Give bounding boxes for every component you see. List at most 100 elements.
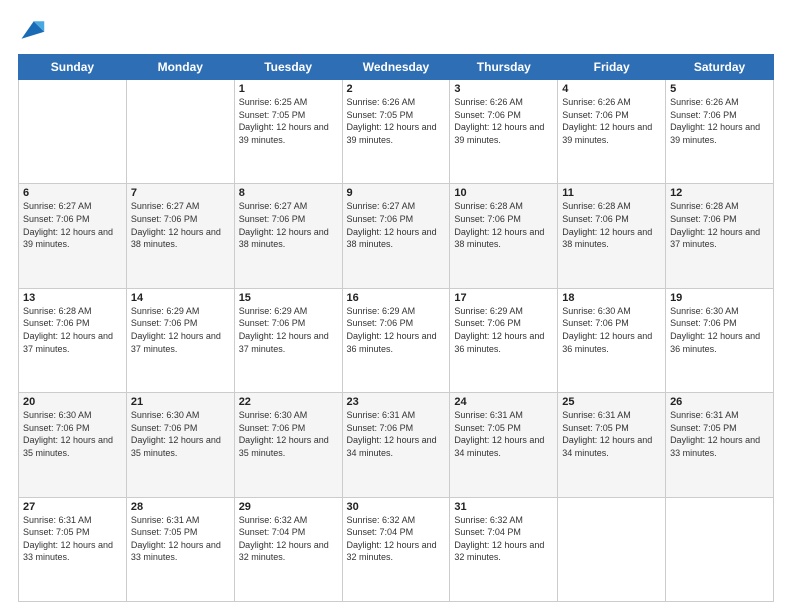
calendar-cell: 22Sunrise: 6:30 AM Sunset: 7:06 PM Dayli… [234,393,342,497]
day-info: Sunrise: 6:30 AM Sunset: 7:06 PM Dayligh… [23,409,122,459]
day-number: 3 [454,83,553,95]
day-number: 20 [23,396,122,408]
day-info: Sunrise: 6:26 AM Sunset: 7:06 PM Dayligh… [562,96,661,146]
logo [18,16,50,44]
calendar-cell: 28Sunrise: 6:31 AM Sunset: 7:05 PM Dayli… [126,497,234,601]
day-number: 14 [131,292,230,304]
calendar-cell: 30Sunrise: 6:32 AM Sunset: 7:04 PM Dayli… [342,497,450,601]
day-number: 24 [454,396,553,408]
weekday-header-sunday: Sunday [19,55,127,80]
weekday-header-thursday: Thursday [450,55,558,80]
calendar-cell [666,497,774,601]
calendar-cell: 19Sunrise: 6:30 AM Sunset: 7:06 PM Dayli… [666,288,774,392]
day-info: Sunrise: 6:31 AM Sunset: 7:05 PM Dayligh… [670,409,769,459]
day-number: 29 [239,501,338,513]
day-number: 6 [23,187,122,199]
calendar-cell: 12Sunrise: 6:28 AM Sunset: 7:06 PM Dayli… [666,184,774,288]
day-info: Sunrise: 6:29 AM Sunset: 7:06 PM Dayligh… [347,305,446,355]
calendar-cell: 20Sunrise: 6:30 AM Sunset: 7:06 PM Dayli… [19,393,127,497]
calendar-cell: 10Sunrise: 6:28 AM Sunset: 7:06 PM Dayli… [450,184,558,288]
day-info: Sunrise: 6:32 AM Sunset: 7:04 PM Dayligh… [239,514,338,564]
day-number: 12 [670,187,769,199]
day-info: Sunrise: 6:31 AM Sunset: 7:05 PM Dayligh… [23,514,122,564]
day-info: Sunrise: 6:30 AM Sunset: 7:06 PM Dayligh… [562,305,661,355]
day-info: Sunrise: 6:27 AM Sunset: 7:06 PM Dayligh… [347,200,446,250]
calendar-row-1: 1Sunrise: 6:25 AM Sunset: 7:05 PM Daylig… [19,80,774,184]
day-info: Sunrise: 6:25 AM Sunset: 7:05 PM Dayligh… [239,96,338,146]
calendar-cell: 24Sunrise: 6:31 AM Sunset: 7:05 PM Dayli… [450,393,558,497]
calendar-cell: 11Sunrise: 6:28 AM Sunset: 7:06 PM Dayli… [558,184,666,288]
calendar-row-5: 27Sunrise: 6:31 AM Sunset: 7:05 PM Dayli… [19,497,774,601]
calendar-cell: 14Sunrise: 6:29 AM Sunset: 7:06 PM Dayli… [126,288,234,392]
weekday-header-wednesday: Wednesday [342,55,450,80]
day-info: Sunrise: 6:32 AM Sunset: 7:04 PM Dayligh… [347,514,446,564]
calendar-cell: 6Sunrise: 6:27 AM Sunset: 7:06 PM Daylig… [19,184,127,288]
day-info: Sunrise: 6:30 AM Sunset: 7:06 PM Dayligh… [670,305,769,355]
day-number: 26 [670,396,769,408]
calendar-cell: 13Sunrise: 6:28 AM Sunset: 7:06 PM Dayli… [19,288,127,392]
calendar-cell: 16Sunrise: 6:29 AM Sunset: 7:06 PM Dayli… [342,288,450,392]
calendar-cell: 9Sunrise: 6:27 AM Sunset: 7:06 PM Daylig… [342,184,450,288]
day-info: Sunrise: 6:29 AM Sunset: 7:06 PM Dayligh… [239,305,338,355]
weekday-header-friday: Friday [558,55,666,80]
day-number: 22 [239,396,338,408]
day-info: Sunrise: 6:31 AM Sunset: 7:05 PM Dayligh… [562,409,661,459]
day-info: Sunrise: 6:28 AM Sunset: 7:06 PM Dayligh… [562,200,661,250]
calendar-cell: 18Sunrise: 6:30 AM Sunset: 7:06 PM Dayli… [558,288,666,392]
day-info: Sunrise: 6:30 AM Sunset: 7:06 PM Dayligh… [131,409,230,459]
day-info: Sunrise: 6:28 AM Sunset: 7:06 PM Dayligh… [454,200,553,250]
day-info: Sunrise: 6:31 AM Sunset: 7:06 PM Dayligh… [347,409,446,459]
day-number: 19 [670,292,769,304]
weekday-header-row: SundayMondayTuesdayWednesdayThursdayFrid… [19,55,774,80]
day-info: Sunrise: 6:31 AM Sunset: 7:05 PM Dayligh… [131,514,230,564]
day-number: 18 [562,292,661,304]
calendar-cell: 26Sunrise: 6:31 AM Sunset: 7:05 PM Dayli… [666,393,774,497]
day-number: 2 [347,83,446,95]
day-number: 13 [23,292,122,304]
day-number: 17 [454,292,553,304]
calendar-cell: 5Sunrise: 6:26 AM Sunset: 7:06 PM Daylig… [666,80,774,184]
calendar-cell [19,80,127,184]
page-header [18,16,774,44]
day-number: 28 [131,501,230,513]
day-info: Sunrise: 6:29 AM Sunset: 7:06 PM Dayligh… [131,305,230,355]
day-number: 11 [562,187,661,199]
day-number: 15 [239,292,338,304]
day-number: 23 [347,396,446,408]
calendar-cell: 25Sunrise: 6:31 AM Sunset: 7:05 PM Dayli… [558,393,666,497]
weekday-header-tuesday: Tuesday [234,55,342,80]
day-info: Sunrise: 6:31 AM Sunset: 7:05 PM Dayligh… [454,409,553,459]
day-info: Sunrise: 6:27 AM Sunset: 7:06 PM Dayligh… [23,200,122,250]
calendar-table: SundayMondayTuesdayWednesdayThursdayFrid… [18,54,774,602]
day-number: 7 [131,187,230,199]
day-number: 5 [670,83,769,95]
calendar-cell [558,497,666,601]
logo-icon [18,16,46,44]
weekday-header-monday: Monday [126,55,234,80]
day-number: 27 [23,501,122,513]
day-info: Sunrise: 6:26 AM Sunset: 7:06 PM Dayligh… [670,96,769,146]
day-info: Sunrise: 6:26 AM Sunset: 7:06 PM Dayligh… [454,96,553,146]
day-number: 9 [347,187,446,199]
day-number: 25 [562,396,661,408]
day-info: Sunrise: 6:30 AM Sunset: 7:06 PM Dayligh… [239,409,338,459]
calendar-cell: 7Sunrise: 6:27 AM Sunset: 7:06 PM Daylig… [126,184,234,288]
day-info: Sunrise: 6:28 AM Sunset: 7:06 PM Dayligh… [23,305,122,355]
calendar-cell: 4Sunrise: 6:26 AM Sunset: 7:06 PM Daylig… [558,80,666,184]
day-info: Sunrise: 6:29 AM Sunset: 7:06 PM Dayligh… [454,305,553,355]
day-info: Sunrise: 6:27 AM Sunset: 7:06 PM Dayligh… [131,200,230,250]
calendar-cell [126,80,234,184]
calendar-cell: 29Sunrise: 6:32 AM Sunset: 7:04 PM Dayli… [234,497,342,601]
calendar-cell: 15Sunrise: 6:29 AM Sunset: 7:06 PM Dayli… [234,288,342,392]
calendar-cell: 17Sunrise: 6:29 AM Sunset: 7:06 PM Dayli… [450,288,558,392]
calendar-row-3: 13Sunrise: 6:28 AM Sunset: 7:06 PM Dayli… [19,288,774,392]
calendar-cell: 27Sunrise: 6:31 AM Sunset: 7:05 PM Dayli… [19,497,127,601]
day-info: Sunrise: 6:32 AM Sunset: 7:04 PM Dayligh… [454,514,553,564]
weekday-header-saturday: Saturday [666,55,774,80]
calendar-cell: 31Sunrise: 6:32 AM Sunset: 7:04 PM Dayli… [450,497,558,601]
calendar-row-2: 6Sunrise: 6:27 AM Sunset: 7:06 PM Daylig… [19,184,774,288]
calendar-cell: 3Sunrise: 6:26 AM Sunset: 7:06 PM Daylig… [450,80,558,184]
calendar-cell: 1Sunrise: 6:25 AM Sunset: 7:05 PM Daylig… [234,80,342,184]
calendar-row-4: 20Sunrise: 6:30 AM Sunset: 7:06 PM Dayli… [19,393,774,497]
day-number: 30 [347,501,446,513]
